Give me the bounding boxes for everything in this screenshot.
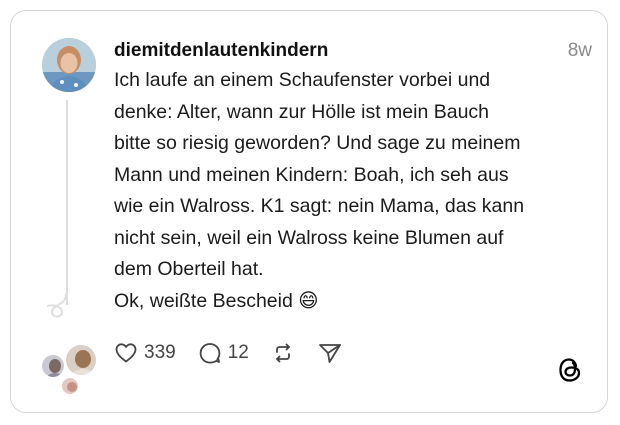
username[interactable]: diemitdenlautenkindern <box>114 40 328 62</box>
repost-icon <box>275 343 290 363</box>
like-button[interactable]: 339 <box>114 341 176 365</box>
threads-logo-icon[interactable] <box>556 355 584 390</box>
post-text-line: Mann und meinen Kindern: Boah, ich seh a… <box>114 163 509 186</box>
comment-icon <box>199 343 221 364</box>
timestamp[interactable]: 8w <box>568 40 592 62</box>
reply-count: 12 <box>227 342 249 363</box>
post-text: Ich laufe an einem Schaufenster vorbei u… <box>114 65 594 317</box>
post-text-line: Ok, weißte Bescheid 😄 <box>114 289 319 312</box>
share-icon <box>318 344 341 363</box>
post-text-line: nicht sein, weil ein Walross keine Blume… <box>114 226 504 249</box>
post-text-line: denke: Alter, wann zur Hölle ist mein Ba… <box>114 100 490 123</box>
post-text-line: wie ein Walross. K1 sagt: nein Mama, das… <box>114 195 525 217</box>
action-bar: 339 12 <box>114 339 365 367</box>
replier-avatar[interactable] <box>60 376 80 396</box>
post-text-line: bitte so riesig geworden? Und sage zu me… <box>114 132 521 154</box>
author-avatar[interactable] <box>42 38 96 92</box>
repost-button[interactable] <box>271 341 295 365</box>
like-count: 339 <box>144 342 176 363</box>
reply-button[interactable]: 12 <box>198 341 249 365</box>
post-text-line: dem Oberteil hat. <box>114 258 264 280</box>
thread-line <box>66 100 68 305</box>
thread-loop-icon <box>46 292 72 327</box>
post-text-line: Ich laufe an einem Schaufenster vorbei u… <box>114 69 491 91</box>
replier-avatar[interactable] <box>40 353 66 379</box>
share-button[interactable] <box>317 341 343 365</box>
replier-avatar[interactable] <box>64 343 98 377</box>
heart-icon <box>115 343 137 363</box>
